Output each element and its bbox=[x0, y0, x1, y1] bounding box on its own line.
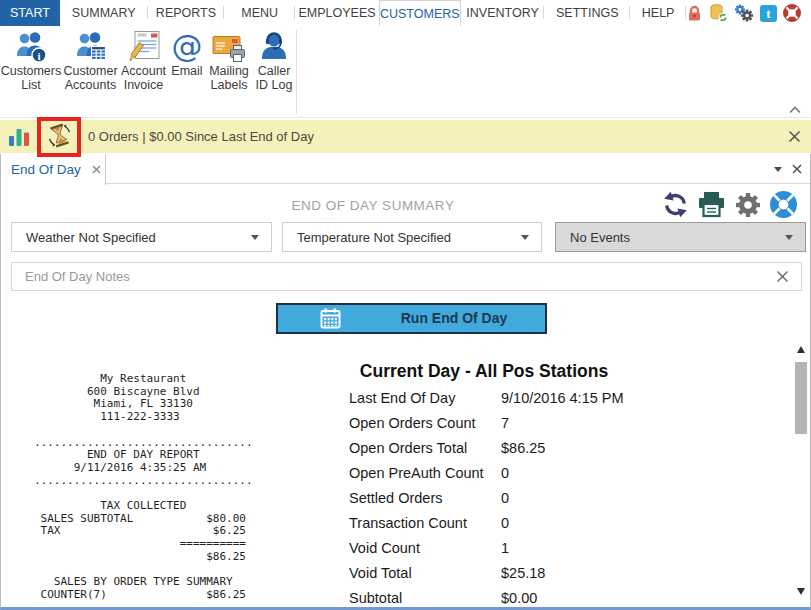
print-icon[interactable] bbox=[696, 191, 727, 222]
end-of-day-notes-input[interactable] bbox=[25, 269, 776, 284]
current-day-table: Last End Of Day9/10/2016 4:15 PM Open Or… bbox=[349, 386, 679, 610]
lock-icon[interactable] bbox=[686, 4, 703, 22]
refresh-icon[interactable] bbox=[662, 191, 689, 221]
tab-list-dropdown-icon[interactable] bbox=[774, 167, 782, 172]
svg-text:i: i bbox=[37, 49, 40, 61]
ribbon-group-separator bbox=[296, 30, 297, 114]
tab-end-of-day[interactable]: End Of Day bbox=[1, 154, 106, 185]
tab-help[interactable]: HELP bbox=[630, 0, 686, 26]
ribbon-tab-bar: START SUMMARY REPORTS MENU EMPLOYEES CUS… bbox=[0, 0, 811, 26]
tab-customers[interactable]: CUSTOMERS bbox=[379, 0, 461, 26]
notification-close-icon[interactable] bbox=[788, 120, 801, 153]
customer-accounts-button[interactable]: Customer Accounts bbox=[62, 26, 119, 96]
table-row: Transaction Count0 bbox=[349, 511, 679, 536]
titlebar-icons: t bbox=[686, 0, 811, 26]
caller-id-log-icon bbox=[257, 28, 291, 65]
table-row: Void Count1 bbox=[349, 536, 679, 561]
customers-list-button[interactable]: i Customers List bbox=[0, 26, 62, 96]
mailing-labels-button[interactable]: Mailing Labels bbox=[206, 26, 252, 96]
table-row: Last End Of Day9/10/2016 4:15 PM bbox=[349, 386, 679, 411]
account-invoice-icon bbox=[127, 28, 161, 65]
document-tab-bar: End Of Day bbox=[1, 154, 810, 184]
chevron-down-icon bbox=[521, 235, 529, 240]
twitter-icon[interactable]: t bbox=[760, 5, 777, 22]
email-icon: @ bbox=[170, 28, 204, 65]
tab-menu[interactable]: MENU bbox=[224, 0, 295, 26]
highlight-box bbox=[37, 117, 81, 157]
ribbon: i Customers List Customer Accounts Accou… bbox=[0, 26, 811, 118]
notification-bar: 0 Orders | $0.00 Since Last End of Day bbox=[0, 120, 811, 153]
tab-employees[interactable]: EMPLOYEES bbox=[295, 0, 379, 26]
events-dropdown[interactable]: No Events bbox=[555, 222, 806, 252]
tab-close-icon[interactable] bbox=[92, 165, 101, 174]
customer-accounts-icon bbox=[73, 28, 109, 65]
table-row: Open Orders Total$86.25 bbox=[349, 436, 679, 461]
table-row: Open PreAuth Count0 bbox=[349, 461, 679, 486]
collapse-ribbon-icon[interactable] bbox=[789, 102, 801, 110]
receipt-preview: My Restaurant 600 Biscayne Blvd Miami, F… bbox=[34, 373, 253, 602]
tab-reports[interactable]: REPORTS bbox=[148, 0, 225, 26]
gears-icon[interactable] bbox=[734, 4, 754, 22]
customers-list-icon: i bbox=[13, 28, 49, 65]
notes-field-wrapper bbox=[11, 262, 802, 291]
scroll-down-icon[interactable] bbox=[797, 588, 805, 595]
notes-clear-icon[interactable] bbox=[776, 270, 789, 283]
email-button[interactable]: @ Email bbox=[168, 26, 206, 96]
scrollbar-thumb[interactable] bbox=[795, 362, 807, 434]
tab-settings[interactable]: SETTINGS bbox=[544, 0, 630, 26]
scrollbar[interactable] bbox=[794, 184, 809, 607]
calendar-icon bbox=[320, 308, 341, 332]
hourglass-icon[interactable] bbox=[46, 122, 73, 152]
caller-id-log-button[interactable]: Caller ID Log bbox=[252, 26, 296, 96]
weather-dropdown[interactable]: Weather Not Specified bbox=[11, 222, 272, 252]
scroll-up-icon[interactable] bbox=[797, 346, 805, 353]
bar-chart-icon bbox=[8, 127, 30, 149]
tab-bar-close-icon[interactable] bbox=[792, 164, 802, 174]
chevron-down-icon bbox=[251, 235, 259, 240]
end-of-day-content: END OF DAY SUMMARY Weather Not Specified… bbox=[1, 184, 810, 607]
chevron-down-icon bbox=[785, 235, 793, 240]
mailing-labels-icon bbox=[212, 28, 246, 65]
tab-start[interactable]: START bbox=[0, 0, 60, 26]
tab-inventory[interactable]: INVENTORY bbox=[461, 0, 545, 26]
help-lifesaver-icon[interactable] bbox=[783, 4, 801, 22]
run-end-of-day-button[interactable]: Run End Of Day bbox=[276, 303, 547, 334]
svg-text:t: t bbox=[766, 6, 771, 21]
main-panel: End Of Day END OF DAY SUMMARY Weather No… bbox=[0, 154, 811, 610]
svg-text:@: @ bbox=[172, 30, 203, 64]
page-title: END OF DAY SUMMARY bbox=[1, 198, 745, 213]
current-day-heading: Current Day - All Pos Stations bbox=[349, 361, 619, 382]
tab-summary[interactable]: SUMMARY bbox=[60, 0, 148, 26]
account-invoice-button[interactable]: Account Invoice bbox=[119, 26, 168, 96]
table-row: Void Total$25.18 bbox=[349, 561, 679, 586]
notification-message: 0 Orders | $0.00 Since Last End of Day bbox=[88, 120, 314, 153]
table-row: Settled Orders0 bbox=[349, 486, 679, 511]
database-sync-icon[interactable] bbox=[709, 4, 728, 22]
temperature-dropdown[interactable]: Temperature Not Specified bbox=[282, 222, 542, 252]
table-row: Subtotal$0.00 bbox=[349, 586, 679, 610]
table-row: Open Orders Count7 bbox=[349, 411, 679, 436]
settings-gear-icon[interactable] bbox=[734, 191, 762, 222]
